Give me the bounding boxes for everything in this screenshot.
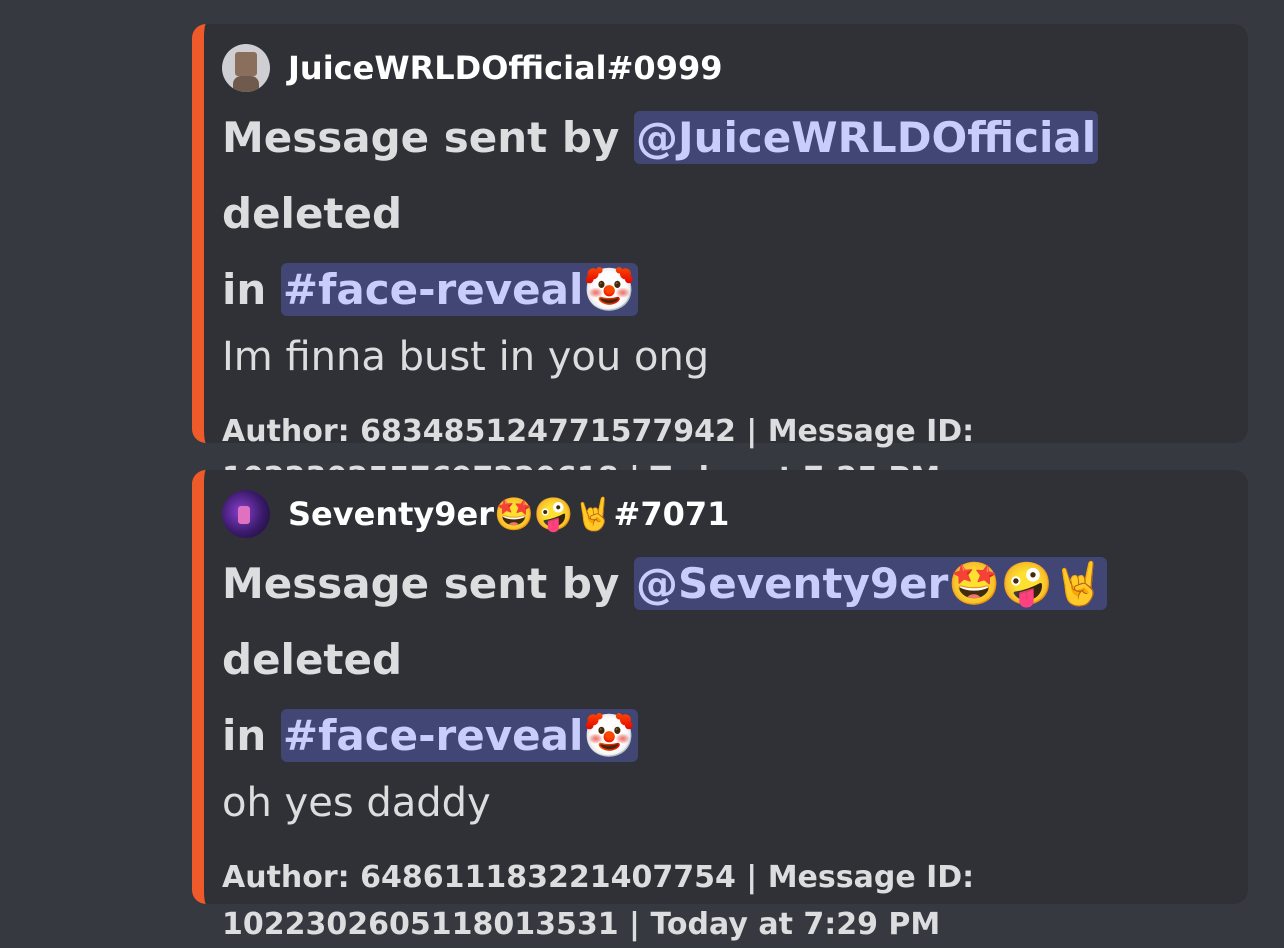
footer-line-1: Author: 683485124771577942 | Message ID:	[222, 414, 975, 449]
title-deleted: deleted	[222, 635, 403, 684]
title-in: in	[222, 265, 267, 314]
title-prefix: Message sent by	[222, 113, 620, 162]
channel-mention[interactable]: #face-reveal🤡	[280, 709, 638, 762]
title-prefix: Message sent by	[222, 559, 620, 608]
embed-title: Message sent by @JuiceWRLDOfficial delet…	[222, 100, 1222, 328]
deleted-message-embed: JuiceWRLDOfficial#0999 Message sent by @…	[192, 24, 1248, 496]
embed-author: Seventy9er🤩🤪🤘#7071	[222, 488, 1224, 540]
embed-title: Message sent by @Seventy9er🤩🤪🤘 deleted i…	[222, 546, 1222, 774]
embed-author: JuiceWRLDOfficial#0999	[222, 42, 1224, 94]
avatar-figure-shape	[238, 506, 250, 524]
title-deleted: deleted	[222, 189, 403, 238]
author-name[interactable]: Seventy9er🤩🤪🤘#7071	[288, 495, 729, 533]
message-content: Im finna bust in you ong	[222, 334, 710, 380]
user-mention[interactable]: @JuiceWRLDOfficial	[633, 111, 1099, 164]
message-content: oh yes daddy	[222, 780, 491, 826]
author-name[interactable]: JuiceWRLDOfficial#0999	[288, 49, 722, 87]
deleted-message-embed: Seventy9er🤩🤪🤘#7071 Message sent by @Seve…	[192, 470, 1248, 942]
avatar[interactable]	[222, 490, 270, 538]
footer-line-2: 1022302605118013531 | Today at 7:29 PM	[222, 907, 941, 942]
footer-line-1: Author: 648611183221407754 | Message ID:	[222, 860, 975, 895]
avatar-bag-shape	[235, 52, 257, 76]
channel-mention[interactable]: #face-reveal🤡	[280, 263, 638, 316]
title-in: in	[222, 711, 267, 760]
user-mention[interactable]: @Seventy9er🤩🤪🤘	[633, 557, 1108, 610]
embed-footer: Author: 648611183221407754 | Message ID:…	[222, 854, 982, 948]
avatar[interactable]	[222, 44, 270, 92]
avatar-body-shape	[233, 76, 259, 92]
